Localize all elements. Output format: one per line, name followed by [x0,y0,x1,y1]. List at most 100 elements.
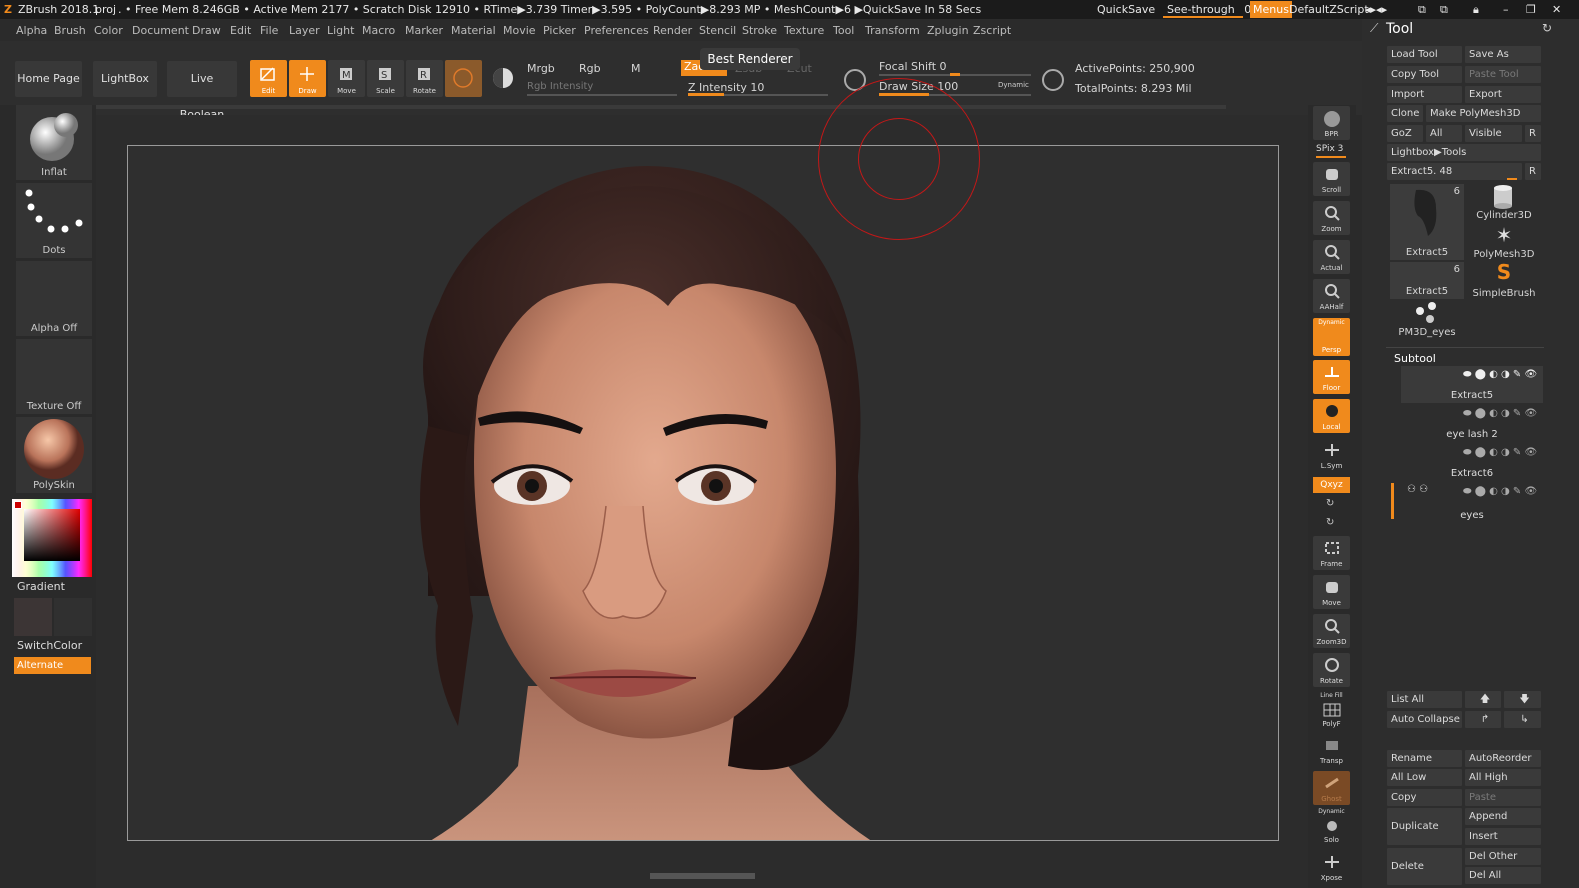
switch-color-button[interactable]: SwitchColor [17,639,82,652]
all-low-button[interactable]: All Low [1387,769,1462,786]
rotate-view-button[interactable]: Rotate [1313,653,1350,687]
menu-color[interactable]: Color [94,24,123,37]
stroke-selector[interactable]: Dots [16,183,92,258]
subtool-title[interactable]: Subtool [1394,352,1436,365]
tool-thumb-simplebrush[interactable]: S SimpleBrush [1466,260,1542,299]
xpose-button[interactable]: Xpose [1313,850,1350,884]
delete-button[interactable]: Delete [1387,848,1462,885]
alternate-button[interactable]: Alternate [14,657,91,674]
current-tool-slider[interactable]: Extract5. 48 [1387,163,1522,180]
subtool-row-eyes[interactable]: ⚇ ⚇ ⬬ ⬤ ◐ ◑ ✎ 👁︎ eyes [1401,483,1543,521]
menu-draw[interactable]: Draw [192,24,221,37]
subtool-row-eyelash[interactable]: ⬬ ⬤ ◐ ◑ ✎ 👁︎ eye lash 2 [1401,405,1543,442]
focal-shift-slider[interactable]: Focal Shift 0 [879,60,947,73]
rotate-button[interactable]: R Rotate [406,60,443,97]
texture-selector[interactable]: Texture Off [16,339,92,414]
draw-size-icon[interactable] [1042,69,1064,91]
tool-thumb-extract5-b[interactable]: 6 Extract5 [1390,262,1464,299]
rotate-z-icon[interactable]: ↻ [1326,517,1334,528]
layout-icon[interactable]: ⧉ [1440,3,1448,17]
menus-button[interactable]: Menus [1250,1,1292,18]
persp-button[interactable]: Dynamic Persp [1313,318,1350,356]
aahalf-button[interactable]: AAHalf [1313,279,1350,313]
subtool-row-extract5[interactable]: ⬬ ⬤ ◐ ◑ ✎ 👁︎ Extract5 [1401,366,1543,403]
gradient-label[interactable]: Gradient [17,580,65,593]
menu-alpha[interactable]: Alpha [16,24,47,37]
tool-r-button[interactable]: R [1525,163,1541,180]
menu-light[interactable]: Light [327,24,354,37]
xyz-button[interactable]: Qxyz [1313,477,1350,493]
copy-tool-button[interactable]: Copy Tool [1387,66,1462,83]
maximize-icon[interactable]: ❐ [1526,3,1536,16]
minimize-icon[interactable]: – [1503,3,1509,16]
append-button[interactable]: Append [1465,808,1541,825]
close-icon[interactable]: ✕ [1552,3,1561,16]
frame-button[interactable]: Frame [1313,536,1350,570]
brush-selector[interactable]: Inflat [16,105,92,180]
menu-tool[interactable]: Tool [833,24,854,37]
export-button[interactable]: Export [1465,86,1541,103]
quicksave-button[interactable]: QuickSave [1097,3,1155,16]
refresh-icon[interactable]: ↻ [1542,21,1552,35]
paste-subtool-button[interactable]: Paste [1465,789,1541,806]
bpr-button[interactable]: BPR [1313,106,1350,140]
save-as-button[interactable]: Save As [1465,46,1541,63]
goz-visible-button[interactable]: Visible [1465,125,1522,142]
draw-button[interactable]: Draw [289,60,326,97]
script-name[interactable]: DefaultZScript [1289,3,1369,16]
rotate-y-icon[interactable]: ↻ [1326,498,1334,509]
main-color-swatch[interactable] [14,598,52,636]
scroll-button[interactable]: Scroll [1313,162,1350,196]
edit-button[interactable]: Edit [250,60,287,97]
menu-zplugin[interactable]: Zplugin [927,24,969,37]
rgb-button[interactable]: Rgb [579,62,601,75]
tool-thumb-cylinder3d[interactable]: Cylinder3D [1466,184,1542,221]
arrow-down-right-icon[interactable]: ↳ [1504,711,1541,728]
lsym-button[interactable]: L.Sym [1313,438,1350,472]
menu-material[interactable]: Material [451,24,496,37]
rgb-intensity-slider[interactable]: Rgb Intensity [527,81,593,92]
auto-reorder-button[interactable]: AutoReorder [1465,750,1541,767]
menu-texture[interactable]: Texture [784,24,824,37]
goz-all-button[interactable]: All [1426,125,1462,142]
menu-layer[interactable]: Layer [289,24,320,37]
load-tool-button[interactable]: Load Tool [1387,46,1462,63]
del-other-button[interactable]: Del Other [1465,848,1541,865]
rename-button[interactable]: Rename [1387,750,1462,767]
menu-transform[interactable]: Transform [865,24,920,37]
tool-thumb-extract5[interactable]: 6 Extract5 [1390,184,1464,260]
subtool-row-icons[interactable]: ⬬ ⬤ ◐ ◑ ✎ 👁︎ [1463,486,1537,497]
material-selector[interactable]: PolySkin [16,417,92,493]
menu-render[interactable]: Render [653,24,692,37]
live-boolean-button[interactable]: Live Boolean [167,61,237,121]
all-high-button[interactable]: All High [1465,769,1541,786]
menu-preferences[interactable]: Preferences [584,24,649,37]
menu-file[interactable]: File [260,24,278,37]
mrgb-button[interactable]: Mrgb [527,62,555,75]
goz-button[interactable]: GoZ [1387,125,1423,142]
document-canvas[interactable] [127,145,1279,841]
del-all-button[interactable]: Del All [1465,867,1541,884]
secondary-color-swatch[interactable] [54,598,92,636]
lightbox-button[interactable]: LightBox [93,61,157,97]
subtool-row-icons[interactable]: ⬬ ⬤ ◐ ◑ ✎ 👁︎ [1463,408,1537,419]
auto-collapse-button[interactable]: Auto Collapse [1387,711,1462,728]
color-picker-square[interactable] [24,509,80,561]
subtool-row-icons[interactable]: ⬬ ⬤ ◐ ◑ ✎ 👁︎ [1463,447,1537,458]
subtool-row-icons[interactable]: ⬬ ⬤ ◐ ◑ ✎ 👁︎ [1463,369,1537,380]
insert-button[interactable]: Insert [1465,828,1541,845]
pin-icon[interactable]: ⟋ [1370,21,1378,36]
copy-subtool-button[interactable]: Copy [1387,789,1462,806]
menu-marker[interactable]: Marker [405,24,443,37]
transp-button[interactable]: Transp [1313,733,1350,767]
menu-brush[interactable]: Brush [54,24,86,37]
menu-zscript[interactable]: Zscript [973,24,1011,37]
ghost-button[interactable]: Ghost [1313,771,1350,805]
clone-button[interactable]: Clone [1387,105,1423,122]
material-swatch-button[interactable] [445,60,482,97]
list-all-button[interactable]: List All [1387,691,1462,708]
top-scrollbar[interactable] [96,105,1226,109]
lock-icon[interactable]: 🔒︎ [1473,3,1479,17]
move-view-button[interactable]: Move [1313,575,1350,609]
arrows-icon[interactable]: ◂▸◂▸ [1365,3,1387,16]
